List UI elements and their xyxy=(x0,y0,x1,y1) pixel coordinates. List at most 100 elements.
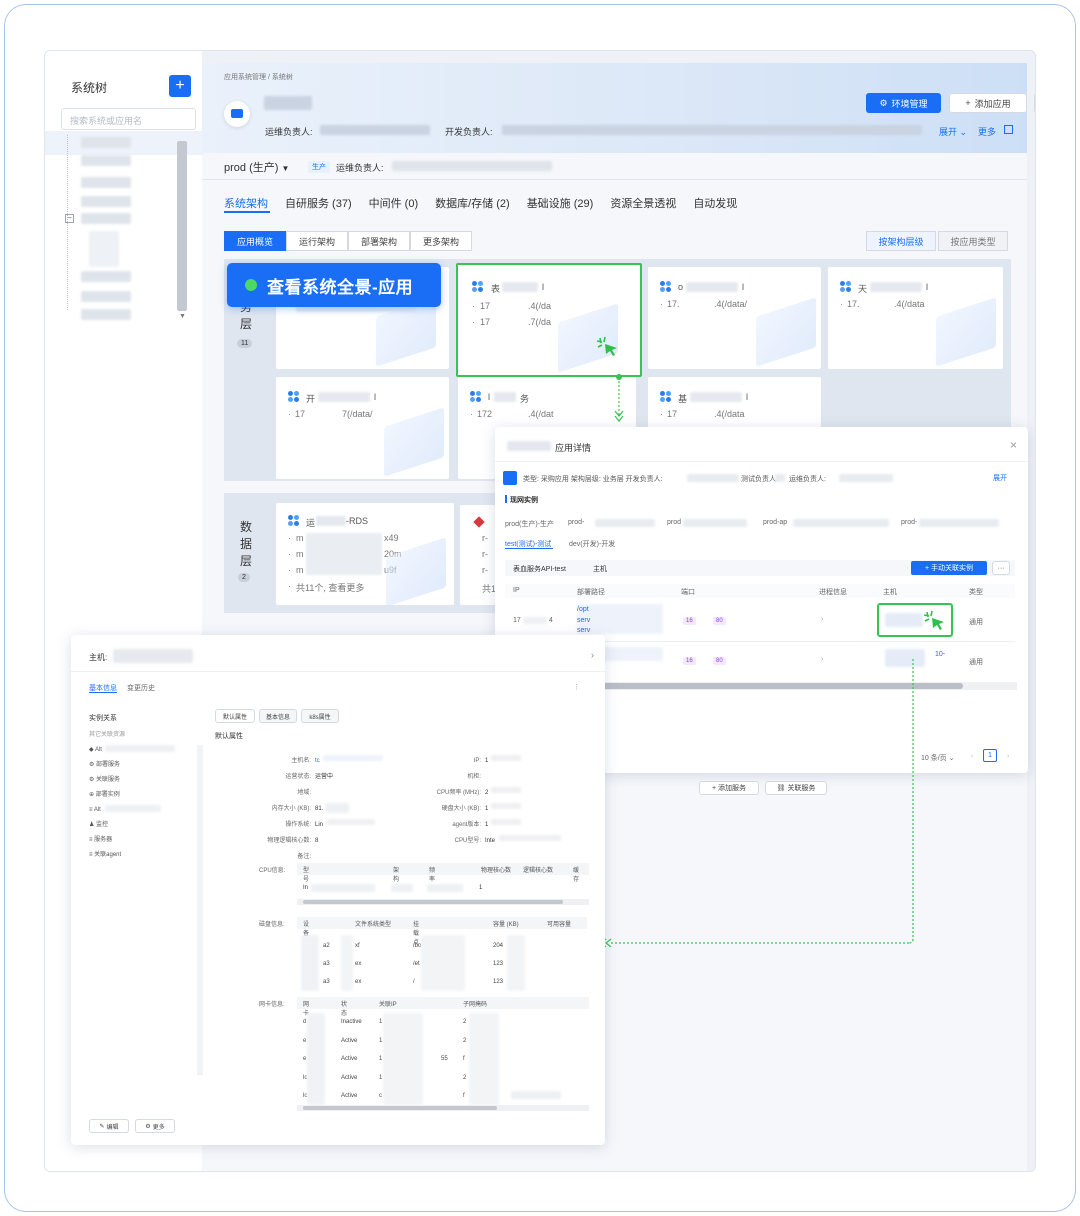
pencil-icon: ✎ xyxy=(99,1123,105,1130)
tree-item[interactable] xyxy=(81,309,131,320)
attr-tab-basic[interactable]: 基本信息 xyxy=(259,709,297,723)
tree-item[interactable] xyxy=(81,196,131,207)
add-node-button[interactable]: + xyxy=(169,75,191,97)
relation-label: 部署服务 xyxy=(96,762,121,768)
subtab-overview[interactable]: 应用概览 xyxy=(224,231,286,251)
tile-name-suffix: l xyxy=(542,282,544,292)
attr-tab-default[interactable]: 默认属性 xyxy=(215,709,255,723)
close-icon[interactable]: × xyxy=(1010,438,1017,452)
env-manage-button[interactable]: ⚙ 环境管理 xyxy=(866,93,941,113)
chevron-right-icon[interactable]: › xyxy=(591,650,594,660)
tree-item[interactable] xyxy=(81,177,131,188)
view-by-type[interactable]: 按应用类型 xyxy=(938,231,1008,251)
edit-button[interactable]: ✎ 编辑 xyxy=(89,1119,129,1133)
tree-item[interactable] xyxy=(81,155,131,166)
tree-item[interactable] xyxy=(81,291,131,302)
app-icon xyxy=(472,281,484,293)
env-tab[interactable]: prod-ap xyxy=(763,519,787,526)
sidebar-scrollbar[interactable] xyxy=(177,141,187,311)
fullscreen-icon[interactable] xyxy=(1004,125,1013,134)
see-more-link[interactable]: 共11个, 查看更多 xyxy=(296,581,364,594)
row-path[interactable]: /opt xyxy=(577,606,589,613)
env-selector[interactable]: prod (生产) ▼ xyxy=(224,159,289,175)
tab-database[interactable]: 数据库/存储 (2) xyxy=(435,195,510,211)
cpu-scrollbar[interactable] xyxy=(297,899,589,905)
env-tab[interactable]: prod- xyxy=(901,519,917,526)
env-tab[interactable]: prod- xyxy=(568,519,584,529)
tab-system-arch[interactable]: 系统架构 xyxy=(224,195,268,211)
tree-item[interactable] xyxy=(81,137,131,148)
attr-tab-k8s[interactable]: k8s属性 xyxy=(301,709,339,723)
subtab-runtime[interactable]: 运行架构 xyxy=(286,231,348,251)
env-tab[interactable]: dev(开发)-开发 xyxy=(569,539,615,549)
tile-path: .7(/da xyxy=(528,317,552,327)
more-actions-button[interactable]: ··· xyxy=(1034,93,1035,113)
relation-item[interactable]: ≡ 服务器 xyxy=(89,833,121,848)
divider xyxy=(71,671,605,672)
app-tile[interactable]: o l · 17. .4(/data/ xyxy=(648,267,821,369)
field-key: 地域: xyxy=(297,790,311,796)
db-tile[interactable]: 运 -RDS · m x49 · m 20m · m u9f · 共11个, 查… xyxy=(276,503,454,605)
relation-item[interactable]: ♟ 监控 xyxy=(89,818,121,833)
instance-more-button[interactable]: ··· xyxy=(992,561,1010,575)
layer-char: 层 xyxy=(239,317,252,331)
relation-item[interactable]: ≡ 关联agent xyxy=(89,848,121,863)
row-path[interactable]: serv xyxy=(577,627,590,634)
tab-middleware[interactable]: 中间件 (0) xyxy=(369,195,419,211)
tab-auto-discovery[interactable]: 自动发现 xyxy=(693,195,737,211)
nic-scrollbar[interactable] xyxy=(297,1105,589,1111)
tile-line: r- xyxy=(482,549,488,559)
collapse-icon[interactable]: − xyxy=(65,214,74,223)
more-button[interactable]: ⚙ 更多 xyxy=(135,1119,175,1133)
subtab-more[interactable]: 更多架构 xyxy=(410,231,472,251)
add-app-label: 添加应用 xyxy=(974,98,1011,109)
app-tile[interactable]: 天 l · 17. .4(/data xyxy=(828,267,1003,369)
expand-link[interactable]: 展开 ⌄ xyxy=(939,125,967,138)
host-title: 主机: xyxy=(89,653,108,662)
more-link[interactable]: 更多 xyxy=(978,125,996,138)
view-by-layer[interactable]: 按架构层级 xyxy=(866,231,936,251)
add-instance-button[interactable]: + 手动关联实例 xyxy=(911,561,987,575)
chevron-right-icon[interactable]: › xyxy=(821,616,823,623)
prev-page-icon[interactable]: ‹ xyxy=(971,753,973,760)
app-tile[interactable]: 开 l · 17 7(/data/ xyxy=(276,377,449,479)
tile-name-blur xyxy=(870,282,922,292)
expand-link[interactable]: 展开 xyxy=(993,473,1007,483)
tree-item[interactable] xyxy=(81,271,131,282)
tab-change-history[interactable]: 变更历史 xyxy=(127,683,155,693)
tile-bullet: · xyxy=(288,565,291,575)
scroll-down-icon[interactable]: ▼ xyxy=(179,313,186,320)
subtab-deploy[interactable]: 部署架构 xyxy=(348,231,410,251)
host-link[interactable]: 10- xyxy=(935,651,945,658)
more-label: 更多 xyxy=(152,1124,165,1131)
tree-item[interactable] xyxy=(81,213,131,224)
nic-cell: 2 xyxy=(463,1019,467,1025)
env-tab[interactable]: prod xyxy=(667,519,681,526)
callout-text: 查看系统全景-应用 xyxy=(267,277,414,297)
row-path[interactable]: serv xyxy=(577,617,590,624)
service-filter[interactable]: 表血服务API-test xyxy=(513,564,566,574)
host-filter[interactable]: 主机 xyxy=(593,564,607,574)
relation-item[interactable]: ⚙ 关联服务 xyxy=(89,773,121,788)
sidebar-search-input[interactable]: 搜索系统或应用名 xyxy=(61,108,196,130)
tab-self-services[interactable]: 自研服务 (37) xyxy=(285,195,352,211)
see-more-link[interactable]: 共1 xyxy=(482,582,496,595)
tab-infra[interactable]: 基础设施 (29) xyxy=(527,195,594,211)
app-tile-highlighted[interactable]: 表 l · 17 .4(/da · 17 .7(/da xyxy=(456,263,642,377)
add-app-button[interactable]: + 添加应用 xyxy=(949,93,1027,113)
env-tab[interactable]: prod(生产)-生产 xyxy=(505,519,554,529)
env-blur xyxy=(595,519,655,527)
more-vertical-icon[interactable]: ⋮ xyxy=(573,683,580,691)
relation-item[interactable]: ⚙ 部署服务 xyxy=(89,758,121,773)
relation-item[interactable]: ⊕ 部署实例 xyxy=(89,788,121,803)
next-page-icon[interactable]: › xyxy=(1007,753,1009,760)
host-cell-highlighted[interactable] xyxy=(877,603,953,637)
col-path: 部署路径 xyxy=(577,589,605,596)
cpu-label: CPU信息: xyxy=(259,868,286,874)
relations-scrollbar[interactable] xyxy=(197,745,203,1075)
system-name xyxy=(264,96,312,110)
page-number[interactable]: 1 xyxy=(983,749,997,762)
tab-panorama[interactable]: 资源全景透视 xyxy=(610,195,676,211)
tree-item[interactable] xyxy=(89,231,119,267)
tile-ip: 17. xyxy=(667,299,680,309)
